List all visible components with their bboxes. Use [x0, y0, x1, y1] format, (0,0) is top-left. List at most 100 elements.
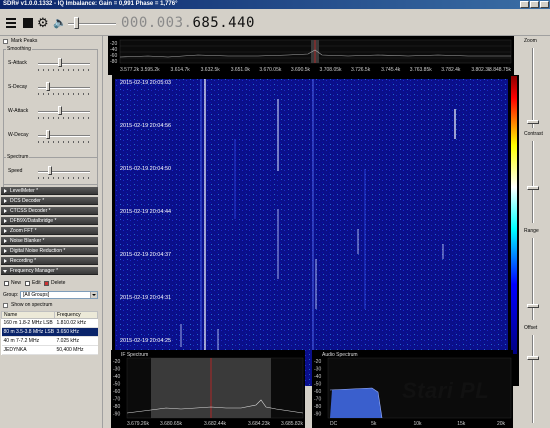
w-attack-slider[interactable]	[38, 111, 90, 113]
expand-icon	[4, 189, 7, 193]
contrast-slider[interactable]	[532, 141, 534, 223]
plugin-noise-blanker[interactable]: Noise Blanker *	[1, 237, 98, 245]
range-label: Range	[524, 228, 539, 234]
db-label: -90	[113, 412, 120, 418]
w-decay-thumb[interactable]	[46, 130, 50, 139]
expand-icon	[4, 249, 7, 253]
range-thumb[interactable]	[527, 304, 539, 308]
db-label: -30	[314, 367, 321, 373]
smoothing-title: Smoothing	[6, 46, 32, 52]
top-spectrum[interactable]: -20 -40 -60 -80 3.577.2k 3.595.2k 3.614.7k…	[108, 36, 514, 75]
s-attack-thumb[interactable]	[58, 58, 62, 67]
edit-label: Edit	[32, 280, 41, 286]
db-label: -40	[113, 374, 120, 380]
plugin-levelmeter[interactable]: LevelMeter *	[1, 187, 98, 195]
group-select-value: [All Groups]	[23, 292, 50, 298]
w-attack-thumb[interactable]	[58, 106, 62, 115]
speaker-icon[interactable]: 🔈	[53, 17, 67, 29]
plugin-frequency-manager[interactable]: Frequency Manager *	[1, 267, 98, 275]
contrast-thumb[interactable]	[527, 186, 539, 190]
frequency-tick-label: 3.577.2k	[120, 67, 140, 73]
s-attack-slider[interactable]	[38, 63, 90, 65]
new-button[interactable]: New	[4, 280, 21, 287]
frequency-display[interactable]: 000.003.685.440	[121, 15, 255, 31]
expand-icon	[4, 199, 7, 203]
waterfall[interactable]: 2015-02-19 20:05:03 2015-02-19 20:04:56 …	[112, 75, 519, 386]
plugin-label: DCS Decoder *	[10, 198, 45, 204]
table-header: Name Frequency	[1, 311, 98, 319]
expand-icon	[4, 219, 7, 223]
if-spectrum[interactable]: IF Spectrum -20 -30 -40 -50 -60 -70 -80 -90 3.6…	[111, 350, 305, 428]
minimize-button[interactable]	[520, 1, 529, 8]
plugin-label: CTCSS Decoder *	[10, 208, 51, 214]
plugin-digital-noise-reduction[interactable]: Digital Noise Reduction *	[1, 247, 98, 255]
edit-button[interactable]: Edit	[25, 280, 41, 287]
spectrum-title: Spectrum	[6, 154, 30, 160]
top-spectrum-svg: -20 -40 -60 -80 3.577.2k 3.595.2k 3.614.7k…	[110, 39, 511, 73]
table-row-selected[interactable]: 80 m 3.5-3.8 MHz LSB 3.650 kHz	[1, 327, 98, 337]
s-decay-ticks	[38, 93, 90, 95]
offset-slider[interactable]	[532, 335, 534, 423]
show-on-spectrum-checkbox[interactable]	[3, 303, 8, 308]
frequency-digits: 685.440	[192, 15, 255, 31]
table-row[interactable]: 160 m 1.8-2 MHz LSB 1.810.02 kHz	[1, 318, 98, 328]
table-row[interactable]: 40 m 7-7.2 MHz 7.025 kHz	[1, 336, 98, 346]
frequency-tick-label: 3.595.2k	[140, 67, 160, 73]
mark-peaks-checkbox[interactable]	[3, 39, 8, 44]
db-label: -80	[314, 404, 321, 410]
db-label: -40	[314, 374, 321, 380]
w-decay-ticks	[38, 141, 90, 143]
speed-thumb[interactable]	[48, 166, 52, 175]
if-spectrum-svg: -20 -30-40 -50-60 -70-80 -90 3.679.26k 3.680.…	[113, 357, 303, 427]
zoom-label: Zoom	[524, 38, 537, 44]
plugin-label: DFB9X/Datalbridge *	[10, 218, 57, 224]
plugin-dataibridge[interactable]: DFB9X/Datalbridge *	[1, 217, 98, 225]
db-label: -30	[113, 367, 120, 373]
speed-slider[interactable]	[38, 171, 90, 173]
expand-icon	[4, 209, 7, 213]
row-frequency: 3.650 kHz	[54, 327, 98, 337]
delete-button[interactable]: Delete	[44, 280, 65, 287]
s-decay-thumb[interactable]	[46, 82, 50, 91]
maximize-button[interactable]	[530, 1, 539, 8]
db-label: -70	[113, 397, 120, 403]
frequency-tick-label: 3.848.75k	[489, 67, 511, 73]
frequency-tick-label: DC	[330, 421, 338, 427]
db-label: -50	[113, 382, 120, 388]
title-bar: SDR# v1.0.0.1332 - IQ Imbalance: Gain = …	[0, 0, 550, 9]
column-header-name[interactable]: Name	[1, 311, 55, 319]
contrast-label: Contrast	[524, 131, 543, 137]
audio-spectrum-title: Audio Spectrum	[322, 352, 358, 358]
db-label: -50	[314, 382, 321, 388]
plugin-label: Zoom FFT *	[10, 228, 37, 234]
table-row[interactable]: JEDYNKA 50,400 MHz	[1, 345, 98, 355]
column-header-frequency[interactable]: Frequency	[54, 311, 98, 319]
frequency-tick-label: 3.745.4k	[381, 67, 401, 73]
watermark: Stari PL	[402, 378, 490, 403]
close-button[interactable]	[540, 1, 549, 8]
plugin-ctcss-decoder[interactable]: CTCSS Decoder *	[1, 207, 98, 215]
chevron-down-icon	[90, 292, 97, 298]
right-panel: Zoom Contrast Range Offset	[519, 36, 550, 428]
gear-icon[interactable]: ⚙	[37, 16, 49, 29]
if-spectrum-title: IF Spectrum	[121, 352, 149, 358]
volume-slider-thumb[interactable]	[74, 17, 79, 29]
plugin-recording[interactable]: Recording *	[1, 257, 98, 265]
db-label: -20	[314, 359, 321, 365]
waterfall-field: 2015-02-19 20:05:03 2015-02-19 20:04:56 …	[115, 79, 508, 386]
waterfall-timestamp: 2015-02-19 20:04:37	[120, 252, 172, 258]
stop-icon[interactable]	[22, 17, 34, 29]
waterfall-timestamp: 2015-02-19 20:04:44	[120, 209, 172, 215]
group-select[interactable]: [All Groups]	[20, 291, 98, 299]
zoom-thumb[interactable]	[527, 120, 539, 124]
zoom-slider[interactable]	[532, 48, 534, 128]
db-label: -60	[314, 389, 321, 395]
speed-ticks	[38, 177, 90, 179]
frequency-tick-label: 3.614.7k	[171, 67, 191, 73]
plugin-dcs-decoder[interactable]: DCS Decoder *	[1, 197, 98, 205]
plugin-zoom-fft[interactable]: Zoom FFT *	[1, 227, 98, 235]
frequency-tick-label: 3.782.4k	[441, 67, 461, 73]
w-attack-ticks	[38, 117, 90, 119]
menu-icon[interactable]	[6, 17, 18, 29]
offset-thumb[interactable]	[527, 356, 539, 360]
